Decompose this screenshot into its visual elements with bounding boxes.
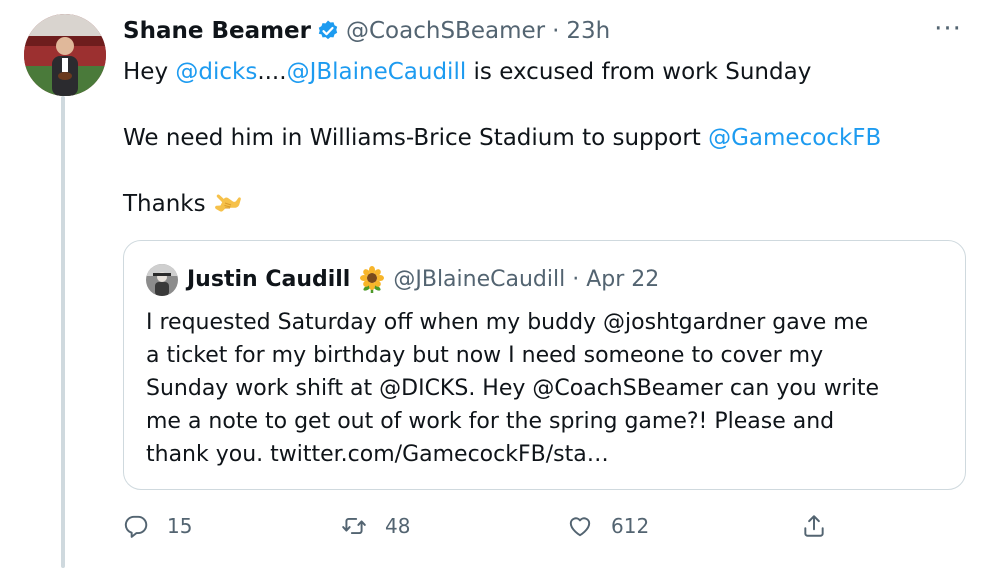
tweet-line: We need him in Williams-Brice Stadium to… <box>123 122 963 155</box>
author-handle[interactable]: @CoachSBeamer <box>346 16 545 46</box>
mention-link[interactable]: @JBlaineCaudill <box>287 59 467 85</box>
tweet-line: Thanks <box>123 188 963 221</box>
quoted-tweet-header: Justin Caudill @JBlaineCaudill · Apr 22 <box>146 264 659 296</box>
tweet-text-segment: We need him in Williams-Brice Stadium to… <box>123 125 709 151</box>
reply-icon <box>124 515 148 538</box>
mention-link[interactable]: @GamecockFB <box>708 125 881 151</box>
like-button[interactable]: 612 <box>567 508 649 544</box>
retweet-count: 48 <box>385 514 411 538</box>
reply-count: 15 <box>167 514 193 538</box>
quoted-author-avatar <box>146 264 178 296</box>
retweet-button[interactable]: 48 <box>341 508 410 544</box>
tweet-header: Shane Beamer @CoachSBeamer · 23h <box>123 16 610 46</box>
quoted-author-avatar-photo <box>146 264 178 296</box>
quoted-tweet-line: a ticket for my birthday but now I need … <box>146 343 824 368</box>
header-separator: · <box>552 18 560 44</box>
share-button[interactable] <box>801 508 827 544</box>
quoted-header-separator: · <box>572 267 580 292</box>
quoted-tweet-date: Apr 22 <box>586 267 660 292</box>
quoted-tweet-card[interactable]: Justin Caudill @JBlaineCaudill · Apr 22 … <box>123 240 966 490</box>
heart-icon <box>569 517 591 537</box>
quoted-tweet-line: Sunday work shift at @DICKS. Hey @CoachS… <box>146 376 880 401</box>
quoted-tweet-line: I requested Saturday off when my buddy @… <box>146 310 869 335</box>
mention-link[interactable]: @dicks <box>175 59 257 85</box>
tweet-text-segment: .... <box>257 59 287 85</box>
more-icon: ··· <box>934 14 962 44</box>
author-avatar-photo <box>24 14 106 96</box>
tweet-text-segment: is excused from work Sunday <box>466 59 812 85</box>
reply-button[interactable]: 15 <box>123 508 192 544</box>
verified-badge-icon <box>318 20 338 40</box>
tweet-line: Hey @dicks....@JBlaineCaudill is excused… <box>123 56 963 89</box>
author-name[interactable]: Shane Beamer <box>123 16 311 46</box>
tweet-text-segment: Hey <box>123 59 176 85</box>
quoted-tweet-line: me a note to get out of work for the spr… <box>146 409 835 434</box>
tweet-body: Hey @dicks....@JBlaineCaudill is excused… <box>123 56 963 221</box>
share-icon <box>804 515 824 537</box>
tweet-actions: 15 48 612 <box>123 508 843 544</box>
quoted-tweet-body: I requested Saturday off when my buddy @… <box>146 306 946 471</box>
tweet-timestamp[interactable]: 23h <box>566 16 610 46</box>
like-count: 612 <box>611 514 650 538</box>
quoted-tweet-line: thank you. twitter.com/GamecockFB/sta… <box>146 442 609 467</box>
call-me-hand-emoji-icon <box>214 194 241 212</box>
quoted-author-handle: @JBlaineCaudill <box>393 267 566 292</box>
author-avatar[interactable] <box>24 14 106 96</box>
sunflower-emoji-icon <box>360 266 385 293</box>
tweet-text-segment: Thanks <box>123 191 206 217</box>
thread-line <box>61 96 65 568</box>
more-options-button[interactable]: ··· <box>928 14 968 44</box>
retweet-icon <box>342 517 366 535</box>
quoted-author-name: Justin Caudill <box>187 267 351 292</box>
